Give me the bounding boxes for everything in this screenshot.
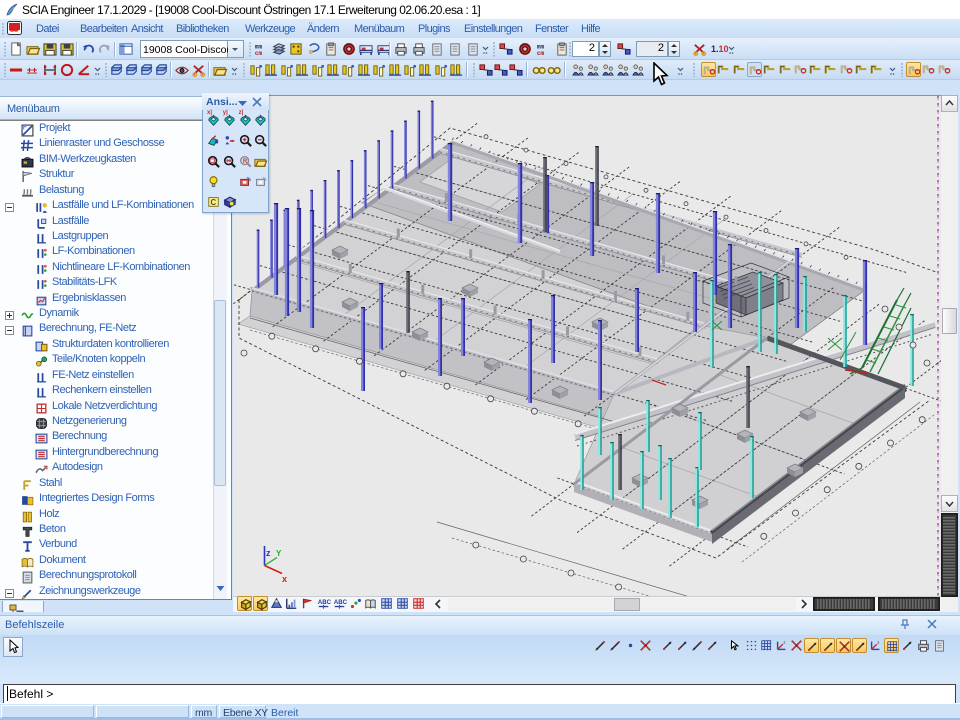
svg-text:z: z bbox=[783, 640, 785, 645]
svg-text:ABC: ABC bbox=[318, 600, 331, 606]
svg-text:Y: Y bbox=[276, 549, 282, 558]
svg-text:z: z bbox=[877, 640, 879, 645]
svg-text:R: R bbox=[242, 159, 247, 165]
svg-text:z: z bbox=[266, 548, 271, 558]
svg-text:±±: ±± bbox=[27, 65, 37, 75]
svg-text:cm: cm bbox=[537, 50, 545, 57]
svg-text:ABC: ABC bbox=[334, 600, 347, 606]
svg-text:cm: cm bbox=[255, 50, 263, 57]
svg-text:C: C bbox=[210, 198, 216, 207]
svg-text:x: x bbox=[282, 574, 287, 584]
